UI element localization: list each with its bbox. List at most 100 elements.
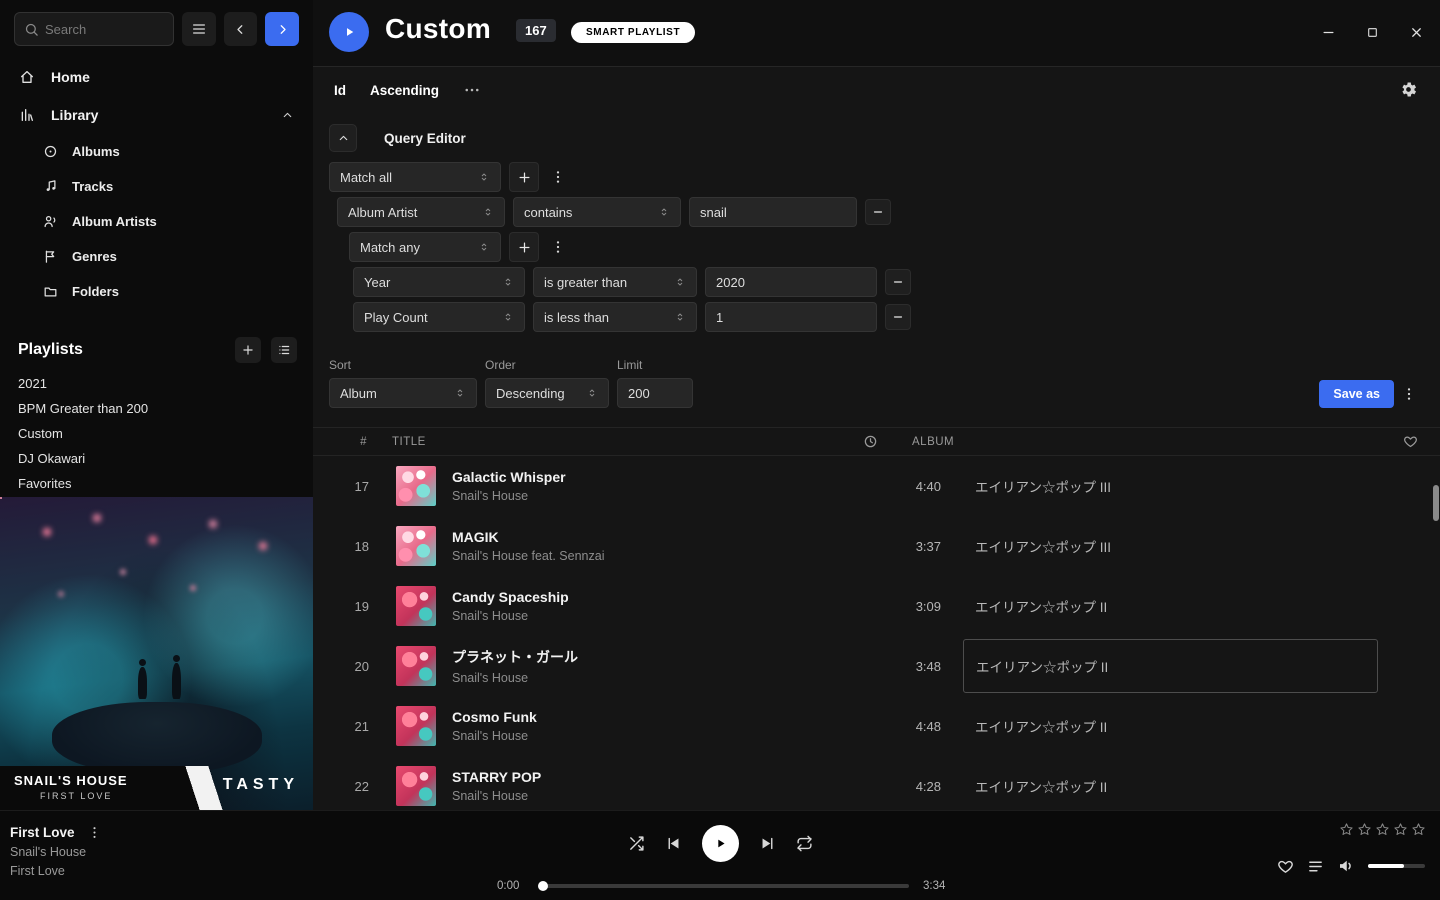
now-playing-album: First Love bbox=[10, 864, 102, 878]
column-favorite[interactable] bbox=[1378, 434, 1418, 449]
artwork-artist: SNAIL'S HOUSE bbox=[14, 773, 128, 788]
track-title: Galactic Whisper bbox=[452, 469, 852, 485]
playlist-item[interactable]: DJ Okawari bbox=[0, 446, 313, 471]
playlist-item[interactable]: Favorites bbox=[0, 471, 313, 496]
track-duration: 3:37 bbox=[852, 539, 941, 554]
search-input[interactable] bbox=[45, 13, 171, 45]
track-row[interactable]: 21 Cosmo Funk Snail's House 4:48 エイリアン☆ポ… bbox=[313, 696, 1440, 756]
rule-operator-select[interactable]: contains bbox=[513, 197, 681, 227]
query-editor-title: Query Editor bbox=[384, 131, 466, 146]
now-playing-artwork[interactable]: SNAIL'S HOUSE FIRST LOVE TASTY bbox=[0, 497, 313, 810]
sidebar-item-tracks[interactable]: Tracks bbox=[0, 169, 313, 204]
scrollbar[interactable] bbox=[1432, 427, 1440, 810]
rule-field-value: Play Count bbox=[364, 310, 428, 325]
add-playlist-button[interactable] bbox=[235, 337, 261, 363]
nav-forward-button[interactable] bbox=[265, 12, 299, 46]
disc-icon bbox=[43, 144, 58, 159]
track-row[interactable]: 22 STARRY POP Snail's House 4:28 エイリアン☆ポ… bbox=[313, 756, 1440, 810]
star-icon[interactable] bbox=[1357, 822, 1372, 837]
track-duration: 4:48 bbox=[852, 719, 941, 734]
track-row[interactable]: 19 Candy Spaceship Snail's House 3:09 エイ… bbox=[313, 576, 1440, 636]
rule-operator-select[interactable]: is less than bbox=[533, 302, 697, 332]
sidebar-item-library[interactable]: Library bbox=[0, 96, 313, 134]
nav-back-button[interactable] bbox=[224, 12, 258, 46]
rule-operator-select[interactable]: is greater than bbox=[533, 267, 697, 297]
sort-field-button[interactable]: Id bbox=[334, 83, 346, 98]
play-playlist-button[interactable] bbox=[329, 12, 369, 52]
track-album-focused[interactable]: エイリアン☆ポップ II bbox=[963, 639, 1378, 693]
column-number[interactable]: # bbox=[313, 436, 373, 448]
column-title[interactable]: TITLE bbox=[392, 436, 789, 448]
order-select[interactable]: Descending bbox=[485, 378, 609, 408]
track-album[interactable]: エイリアン☆ポップ III bbox=[975, 536, 1378, 556]
match-mode-select[interactable]: Match all bbox=[329, 162, 501, 192]
remove-rule-button[interactable] bbox=[885, 269, 911, 295]
playlist-item[interactable]: 2021 bbox=[0, 371, 313, 396]
rule-value-input[interactable] bbox=[716, 275, 866, 290]
seek-handle[interactable] bbox=[538, 881, 548, 891]
rule-value-input[interactable] bbox=[716, 310, 866, 325]
menu-button[interactable] bbox=[182, 12, 216, 46]
sort-select[interactable]: Album bbox=[329, 378, 477, 408]
sidebar-item-album-artists[interactable]: Album Artists bbox=[0, 204, 313, 239]
chevron-left-icon bbox=[233, 22, 248, 37]
rule-value-input[interactable] bbox=[700, 205, 846, 220]
repeat-button[interactable] bbox=[796, 835, 813, 852]
previous-button[interactable] bbox=[665, 835, 682, 852]
track-album[interactable]: エイリアン☆ポップ II bbox=[975, 776, 1378, 796]
star-icon[interactable] bbox=[1375, 822, 1390, 837]
search-icon bbox=[24, 22, 39, 37]
add-rule-button[interactable] bbox=[509, 162, 539, 192]
star-icon[interactable] bbox=[1339, 822, 1354, 837]
subgroup-options-button[interactable] bbox=[547, 232, 569, 262]
star-icon[interactable] bbox=[1393, 822, 1408, 837]
more-options-icon[interactable] bbox=[463, 81, 481, 99]
track-artwork bbox=[396, 466, 436, 506]
column-album[interactable]: ALBUM bbox=[912, 436, 1378, 448]
playlist-view-button[interactable] bbox=[271, 337, 297, 363]
add-subrule-button[interactable] bbox=[509, 232, 539, 262]
minimize-button[interactable] bbox=[1314, 18, 1342, 46]
sidebar-item-home[interactable]: Home bbox=[0, 58, 313, 96]
close-button[interactable] bbox=[1402, 18, 1430, 46]
volume-slider[interactable] bbox=[1368, 864, 1425, 868]
collapse-query-editor-button[interactable] bbox=[329, 124, 357, 152]
seek-bar[interactable] bbox=[539, 884, 909, 888]
remove-rule-button[interactable] bbox=[865, 199, 891, 225]
rule-field-select[interactable]: Year bbox=[353, 267, 525, 297]
next-button[interactable] bbox=[759, 835, 776, 852]
lantern-lights-decoration bbox=[0, 497, 2, 499]
sidebar-item-genres[interactable]: Genres bbox=[0, 239, 313, 274]
settings-gear-icon[interactable] bbox=[1399, 80, 1418, 99]
dots-vertical-icon bbox=[550, 239, 566, 255]
star-icon[interactable] bbox=[1411, 822, 1426, 837]
sort-direction-button[interactable]: Ascending bbox=[370, 83, 439, 98]
volume-button[interactable] bbox=[1337, 857, 1355, 875]
playlist-item[interactable]: BPM Greater than 200 bbox=[0, 396, 313, 421]
playlist-item[interactable]: Custom bbox=[0, 421, 313, 446]
limit-input[interactable] bbox=[628, 386, 682, 401]
group-options-button[interactable] bbox=[547, 162, 569, 192]
track-row[interactable]: 20 プラネット・ガール Snail's House 3:48 エイリアン☆ポッ… bbox=[313, 636, 1440, 696]
track-row[interactable]: 17 Galactic Whisper Snail's House 4:40 エ… bbox=[313, 456, 1440, 516]
rule-value-field bbox=[705, 302, 877, 332]
track-row[interactable]: 18 MAGIK Snail's House feat. Sennzai 3:3… bbox=[313, 516, 1440, 576]
track-album[interactable]: エイリアン☆ポップ III bbox=[975, 476, 1378, 496]
sidebar-item-folders[interactable]: Folders bbox=[0, 274, 313, 309]
shuffle-button[interactable] bbox=[628, 835, 645, 852]
rule-field-select[interactable]: Album Artist bbox=[337, 197, 505, 227]
scrollbar-thumb[interactable] bbox=[1433, 485, 1439, 521]
play-pause-button[interactable] bbox=[702, 825, 739, 862]
track-album[interactable]: エイリアン☆ポップ II bbox=[975, 596, 1378, 616]
rule-field-select[interactable]: Play Count bbox=[353, 302, 525, 332]
sidebar-item-albums[interactable]: Albums bbox=[0, 134, 313, 169]
submatch-mode-select[interactable]: Match any bbox=[349, 232, 501, 262]
save-options-button[interactable] bbox=[1398, 379, 1420, 409]
save-as-button[interactable]: Save as bbox=[1319, 380, 1394, 408]
track-album[interactable]: エイリアン☆ポップ II bbox=[975, 716, 1378, 736]
column-duration[interactable] bbox=[789, 434, 878, 449]
maximize-button[interactable] bbox=[1358, 18, 1386, 46]
favorite-button[interactable] bbox=[1277, 858, 1294, 875]
queue-button[interactable] bbox=[1307, 858, 1324, 875]
remove-rule-button[interactable] bbox=[885, 304, 911, 330]
